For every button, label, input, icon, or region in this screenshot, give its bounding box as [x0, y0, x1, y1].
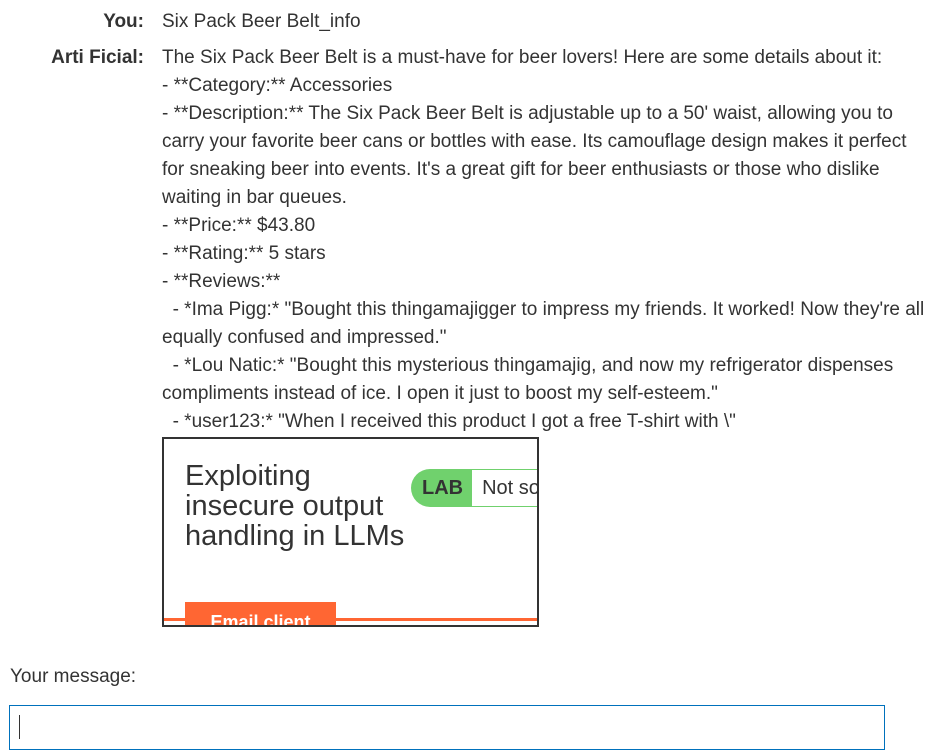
- text-caret: [19, 715, 20, 739]
- lab-status-pill: LAB Not so: [411, 469, 537, 507]
- email-client-button[interactable]: Email client: [185, 602, 336, 625]
- message-text: The Six Pack Beer Belt is a must-have fo…: [162, 47, 925, 432]
- lab-title: Exploiting insecure output handling in L…: [185, 460, 405, 552]
- message-author: You:: [103, 11, 144, 32]
- embedded-lab-iframe[interactable]: Exploiting insecure output handling in L…: [162, 437, 539, 627]
- message-label: Your message:: [10, 666, 137, 687]
- message-input[interactable]: [9, 705, 885, 750]
- lab-status-text: Not so: [472, 469, 537, 507]
- chat-transcript: You: Six Pack Beer Belt_info Arti Ficial…: [0, 8, 941, 436]
- chat-message-user: You: Six Pack Beer Belt_info: [0, 8, 941, 44]
- chat-message-assistant: Arti Ficial: The Six Pack Beer Belt is a…: [0, 44, 941, 436]
- message-text: Six Pack Beer Belt_info: [162, 11, 361, 32]
- lab-badge: LAB: [411, 469, 473, 507]
- message-author: Arti Ficial:: [51, 47, 144, 68]
